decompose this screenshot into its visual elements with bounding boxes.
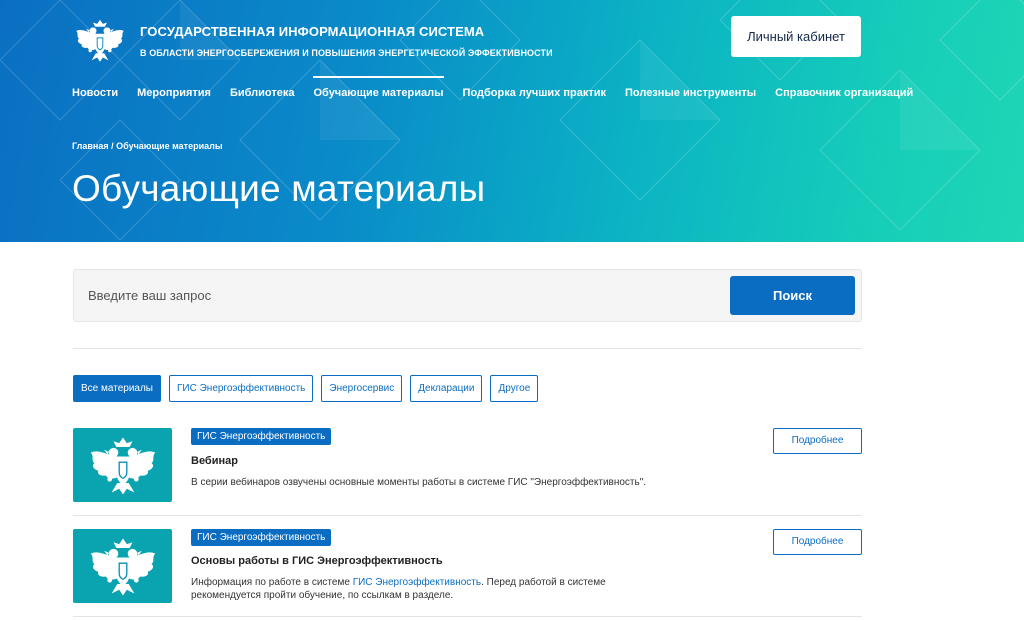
nav-item-library[interactable]: Библиотека <box>230 76 295 110</box>
gis-link[interactable]: ГИС Энергоэффективность <box>353 577 481 588</box>
search-input[interactable] <box>74 270 714 321</box>
brand-subtitle: В ОБЛАСТИ ЭНЕРГОСБЕРЕЖЕНИЯ И ПОВЫШЕНИЯ Э… <box>140 48 553 58</box>
coat-of-arms-icon <box>89 537 156 597</box>
material-title[interactable]: Основы работы в ГИС Энергоэффективность <box>191 555 443 567</box>
brand-title: ГОСУДАРСТВЕННАЯ ИНФОРМАЦИОННАЯ СИСТЕМА <box>140 24 485 39</box>
search-button[interactable]: Поиск <box>730 276 855 315</box>
search-box: Поиск <box>73 269 862 322</box>
brand-text: ГОСУДАРСТВЕННАЯ ИНФОРМАЦИОННАЯ СИСТЕМА В… <box>140 22 553 58</box>
material-card: ГИС Энергоэффективность Вебинар В серии … <box>73 428 862 504</box>
filter-gis-energy-efficiency[interactable]: ГИС Энергоэффективность <box>169 375 314 402</box>
divider <box>73 616 862 617</box>
personal-account-button[interactable]: Личный кабинет <box>731 16 861 57</box>
divider <box>73 348 862 349</box>
description-text: Информация по работе в системе <box>191 577 353 588</box>
material-tag[interactable]: ГИС Энергоэффективность <box>191 529 332 546</box>
hero-banner: ГОСУДАРСТВЕННАЯ ИНФОРМАЦИОННАЯ СИСТЕМА В… <box>0 0 1024 242</box>
main-nav: Новости Мероприятия Библиотека Обучающие… <box>72 76 932 110</box>
more-button[interactable]: Подробнее <box>773 428 862 454</box>
breadcrumb-separator: / <box>108 141 117 151</box>
material-thumbnail[interactable] <box>73 529 172 603</box>
material-tag[interactable]: ГИС Энергоэффективность <box>191 428 332 445</box>
material-description: В серии вебинаров озвучены основные моме… <box>191 476 671 489</box>
more-button[interactable]: Подробнее <box>773 529 862 555</box>
breadcrumb: Главная / Обучающие материалы <box>72 141 223 151</box>
divider <box>73 515 862 516</box>
material-card: ГИС Энергоэффективность Основы работы в … <box>73 529 862 605</box>
filter-bar: Все материалы ГИС Энергоэффективность Эн… <box>73 375 546 402</box>
filter-energy-service[interactable]: Энергосервис <box>321 375 403 402</box>
material-thumbnail[interactable] <box>73 428 172 502</box>
nav-item-useful-tools[interactable]: Полезные инструменты <box>625 76 756 110</box>
material-title[interactable]: Вебинар <box>191 455 238 467</box>
site-brand[interactable]: ГОСУДАРСТВЕННАЯ ИНФОРМАЦИОННАЯ СИСТЕМА В… <box>72 12 553 68</box>
nav-item-news[interactable]: Новости <box>72 76 118 110</box>
filter-declarations[interactable]: Декларации <box>410 375 483 402</box>
description-text: В серии вебинаров озвучены основные моме… <box>191 477 647 488</box>
filter-other[interactable]: Другое <box>490 375 539 402</box>
page-title: Обучающие материалы <box>72 168 486 209</box>
coat-of-arms-icon <box>75 19 125 63</box>
nav-item-best-practices[interactable]: Подборка лучших практик <box>463 76 606 110</box>
breadcrumb-current: Обучающие материалы <box>116 141 223 151</box>
nav-item-events[interactable]: Мероприятия <box>137 76 211 110</box>
material-description: Информация по работе в системе ГИС Энерг… <box>191 576 661 602</box>
coat-of-arms-icon <box>89 436 156 496</box>
nav-item-training-materials[interactable]: Обучающие материалы <box>313 76 444 110</box>
nav-item-organizations-directory[interactable]: Справочник организаций <box>775 76 913 110</box>
breadcrumb-home-link[interactable]: Главная <box>72 141 109 151</box>
filter-all-materials[interactable]: Все материалы <box>73 375 161 402</box>
